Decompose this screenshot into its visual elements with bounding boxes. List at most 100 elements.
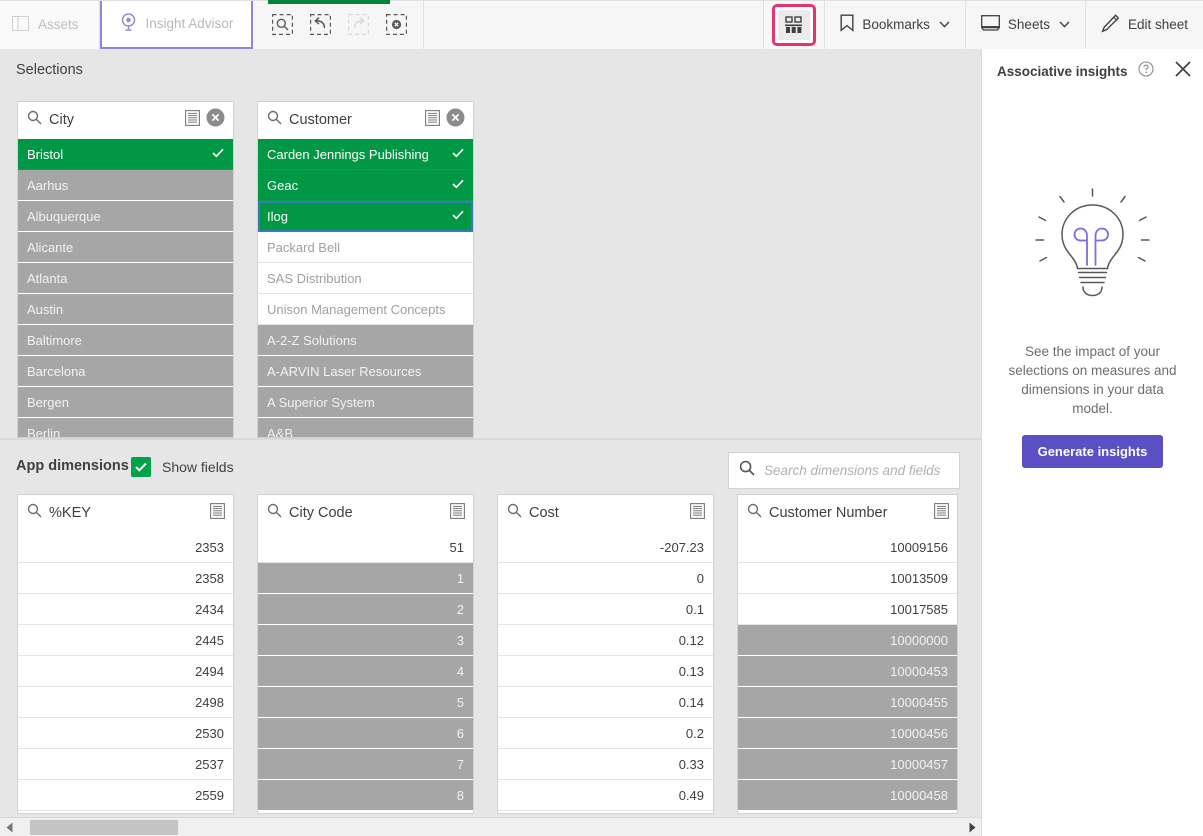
listbox-row[interactable]: 2358: [18, 563, 233, 594]
listbox-header[interactable]: City: [18, 102, 233, 139]
listbox-row[interactable]: Barcelona: [18, 356, 233, 387]
search-icon[interactable]: [267, 110, 282, 130]
listbox-row[interactable]: 0.2: [498, 718, 713, 749]
search-icon[interactable]: [507, 503, 522, 523]
listbox-row[interactable]: Bristol: [18, 139, 233, 170]
tab-insight-advisor[interactable]: Insight Advisor: [99, 0, 254, 49]
listbox-row[interactable]: 0.49: [498, 780, 713, 811]
listbox-row[interactable]: 3: [258, 625, 473, 656]
help-circle-icon[interactable]: [1137, 60, 1154, 82]
listbox-header[interactable]: Customer: [258, 102, 473, 139]
listbox-customer[interactable]: Customer Carden Jennings Publishing Geac Il…: [257, 101, 474, 438]
listbox-row[interactable]: A-2-Z Solutions: [258, 325, 473, 356]
show-fields-toggle[interactable]: Show fields: [131, 457, 234, 477]
listbox-key[interactable]: %KEY 2353 2358 2434 2445 2494 2498 2530 2537 2559: [17, 494, 234, 814]
listbox-row[interactable]: 4: [258, 656, 473, 687]
scrollbar-thumb[interactable]: [30, 819, 178, 835]
listbox-row[interactable]: 2: [258, 594, 473, 625]
listbox-view-icon[interactable]: [450, 502, 465, 524]
clear-field-selection-icon[interactable]: [446, 108, 465, 132]
listbox-header[interactable]: %KEY: [18, 495, 233, 532]
listbox-row[interactable]: 1: [258, 563, 473, 594]
listbox-view-icon[interactable]: [210, 502, 225, 524]
search-icon[interactable]: [27, 503, 42, 523]
listbox-row[interactable]: 2537: [18, 749, 233, 780]
listbox-row[interactable]: 0: [498, 563, 713, 594]
listbox-row[interactable]: 0.33: [498, 749, 713, 780]
listbox-row[interactable]: 2559: [18, 780, 233, 811]
listbox-row[interactable]: 2445: [18, 625, 233, 656]
listbox-header[interactable]: City Code: [258, 495, 473, 532]
listbox-row[interactable]: Baltimore: [18, 325, 233, 356]
listbox-row[interactable]: 2494: [18, 656, 233, 687]
listbox-row[interactable]: 10000453: [738, 656, 957, 687]
clear-field-selection-icon[interactable]: [206, 108, 225, 132]
listbox-row[interactable]: 2353: [18, 532, 233, 563]
listbox-row[interactable]: 8: [258, 780, 473, 811]
listbox-row[interactable]: 2434: [18, 594, 233, 625]
listbox-view-icon[interactable]: [425, 109, 440, 131]
listbox-row[interactable]: Albuquerque: [18, 201, 233, 232]
close-icon[interactable]: [1174, 60, 1192, 83]
listbox-view-icon[interactable]: [690, 502, 705, 524]
listbox-row[interactable]: 5: [258, 687, 473, 718]
listbox-row[interactable]: Packard Bell: [258, 232, 473, 263]
associative-insights-toggle[interactable]: [772, 3, 817, 46]
listbox-row[interactable]: 0.1: [498, 594, 713, 625]
listbox-row[interactable]: 10009156: [738, 532, 957, 563]
edit-sheet-button[interactable]: Edit sheet: [1084, 0, 1203, 49]
listbox-row[interactable]: Alicante: [18, 232, 233, 263]
search-icon[interactable]: [27, 110, 42, 130]
listbox-row[interactable]: Berlin: [18, 418, 233, 437]
bookmarks-menu[interactable]: Bookmarks: [824, 0, 965, 49]
listbox-row[interactable]: 0.14: [498, 687, 713, 718]
listbox-row[interactable]: 10000458: [738, 780, 957, 811]
listbox-row[interactable]: 6: [258, 718, 473, 749]
listbox-cost[interactable]: Cost -207.23 0 0.1 0.12 0.13 0.14 0.2 0.33 0.49: [497, 494, 714, 814]
search-icon[interactable]: [267, 503, 282, 523]
listbox-row[interactable]: Atlanta: [18, 263, 233, 294]
show-fields-checkbox[interactable]: [131, 457, 151, 477]
tab-assets[interactable]: Assets: [0, 0, 100, 49]
listbox-row[interactable]: 10000457: [738, 749, 957, 780]
search-dimensions-box[interactable]: [728, 452, 960, 489]
listbox-row[interactable]: Austin: [18, 294, 233, 325]
listbox-row[interactable]: SAS Distribution: [258, 263, 473, 294]
listbox-row[interactable]: 10000456: [738, 718, 957, 749]
listbox-view-icon[interactable]: [185, 109, 200, 131]
selection-search-icon[interactable]: [267, 10, 297, 40]
listbox-row[interactable]: -207.23: [498, 532, 713, 563]
clear-all-selections-icon[interactable]: [381, 10, 411, 40]
listbox-row[interactable]: Ilog: [258, 201, 473, 232]
listbox-view-icon[interactable]: [934, 502, 949, 524]
search-icon[interactable]: [747, 503, 762, 523]
scrollbar-track[interactable]: [18, 818, 963, 836]
listbox-city-code[interactable]: City Code 51 1 2 3 4 5 6 7 8: [257, 494, 474, 814]
listbox-city[interactable]: City Bristol Aarhus Albuquerque Alicante Atla…: [17, 101, 234, 438]
step-back-icon[interactable]: [305, 10, 335, 40]
listbox-row[interactable]: A Superior System: [258, 387, 473, 418]
listbox-row[interactable]: 10000000: [738, 625, 957, 656]
listbox-row[interactable]: 2498: [18, 687, 233, 718]
listbox-row[interactable]: 7: [258, 749, 473, 780]
listbox-row[interactable]: Carden Jennings Publishing: [258, 139, 473, 170]
listbox-row[interactable]: 10017585: [738, 594, 957, 625]
listbox-header[interactable]: Cost: [498, 495, 713, 532]
search-dimensions-input[interactable]: [764, 463, 949, 478]
listbox-row[interactable]: 10013509: [738, 563, 957, 594]
listbox-customer-number[interactable]: Customer Number 10009156 10013509 10017585 1…: [737, 494, 958, 814]
listbox-row[interactable]: Bergen: [18, 387, 233, 418]
listbox-row[interactable]: Geac: [258, 170, 473, 201]
scroll-left-arrow-icon[interactable]: [0, 818, 18, 836]
horizontal-scrollbar[interactable]: [0, 817, 981, 836]
scroll-right-arrow-icon[interactable]: [963, 818, 981, 836]
sheets-menu[interactable]: Sheets: [964, 0, 1085, 49]
listbox-row[interactable]: A-ARVIN Laser Resources: [258, 356, 473, 387]
listbox-row[interactable]: Aarhus: [18, 170, 233, 201]
listbox-row[interactable]: 2530: [18, 718, 233, 749]
listbox-row[interactable]: A&B: [258, 418, 473, 437]
listbox-row[interactable]: 0.12: [498, 625, 713, 656]
listbox-row[interactable]: 10000455: [738, 687, 957, 718]
generate-insights-button[interactable]: Generate insights: [1021, 435, 1164, 468]
listbox-row[interactable]: 51: [258, 532, 473, 563]
